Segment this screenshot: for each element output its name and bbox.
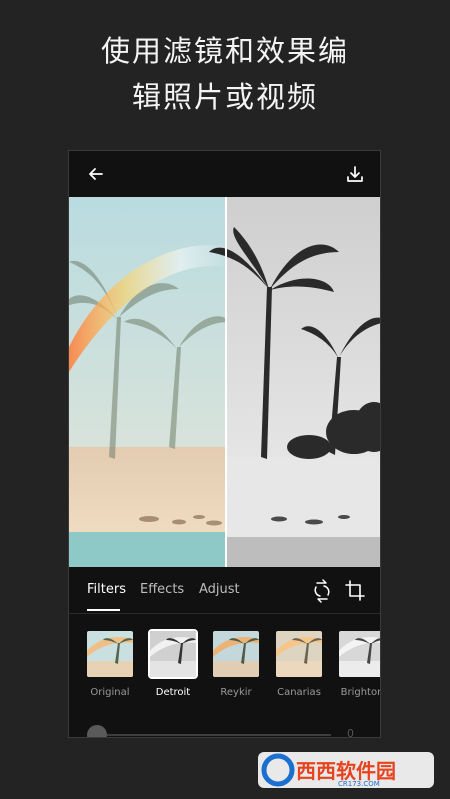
headline-line-2: 辑照片或视频: [131, 80, 318, 114]
filter-label: Reykir: [220, 687, 252, 698]
watermark-url: CR173.COM: [338, 780, 380, 788]
tab-adjust[interactable]: Adjust: [199, 582, 240, 597]
swap-icon[interactable]: [311, 579, 333, 603]
slider-knob[interactable]: [87, 725, 107, 737]
edit-tabs: Filters Effects Adjust: [69, 569, 380, 614]
headline: 使用滤镜和效果编 辑照片或视频: [0, 28, 450, 120]
arrow-left-icon[interactable]: [85, 163, 107, 185]
filter-strip: Original Detroit Reykir Canarias Brighto…: [69, 629, 380, 698]
filter-label: Canarias: [277, 687, 321, 698]
filter-label: Brighton: [340, 687, 381, 698]
filter-label: Original: [90, 687, 130, 698]
filter-intensity-slider[interactable]: [87, 725, 331, 737]
slider-track: [97, 734, 331, 736]
filter-reykir[interactable]: Reykir: [205, 629, 267, 698]
filter-canarias[interactable]: Canarias: [268, 629, 330, 698]
tab-filters[interactable]: Filters: [87, 582, 126, 597]
filter-label: Detroit: [155, 687, 191, 698]
filter-brighton[interactable]: Brighton: [331, 629, 381, 698]
slider-value: 0: [347, 727, 354, 738]
filter-thumbnail: [148, 629, 198, 679]
filter-original[interactable]: Original: [79, 629, 141, 698]
download-icon[interactable]: [344, 163, 366, 185]
headline-line-1: 使用滤镜和效果编: [100, 34, 349, 68]
site-watermark: 西西软件园 CR173.COM: [258, 748, 434, 792]
photo-preview[interactable]: [69, 197, 380, 567]
filter-thumbnail: [85, 629, 135, 679]
crop-icon[interactable]: [344, 579, 366, 603]
filter-detroit[interactable]: Detroit: [142, 629, 204, 698]
top-bar: [69, 151, 380, 197]
filter-thumbnail: [211, 629, 261, 679]
filter-thumbnail: [337, 629, 380, 679]
tab-effects[interactable]: Effects: [140, 582, 184, 597]
phone-frame: Filters Effects Adjust Original Detroit: [68, 150, 381, 738]
tab-active-indicator: [87, 609, 120, 611]
filter-thumbnail: [274, 629, 324, 679]
